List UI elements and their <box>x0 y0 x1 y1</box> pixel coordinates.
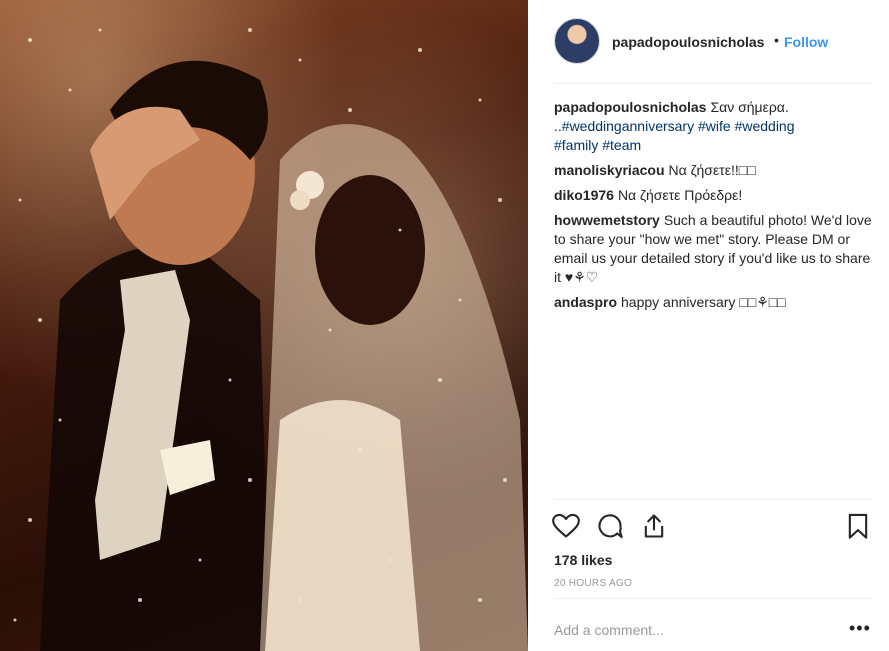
photo-illustration <box>13 28 528 651</box>
likes-count[interactable]: 178 likes <box>554 552 612 568</box>
post-panel: papadopoulosnicholas • Follow papadopoul… <box>528 0 889 651</box>
heart-icon[interactable] <box>552 512 580 545</box>
more-options-button[interactable]: ••• <box>849 618 871 639</box>
comment-icon[interactable] <box>596 512 624 545</box>
comment-username[interactable]: manoliskyriacou <box>554 162 665 178</box>
hashtag-team[interactable]: #team <box>602 137 641 153</box>
post-header: papadopoulosnicholas • Follow <box>528 0 889 83</box>
list-item: diko1976 Να ζήσετε Πρόεδρε! <box>554 186 872 205</box>
header-username[interactable]: papadopoulosnicholas <box>612 34 764 50</box>
comment-username[interactable]: howwemetstory <box>554 212 660 228</box>
list-item: howwemetstory Such a beautiful photo! We'… <box>554 211 872 287</box>
caption-text: Σαν σήμερα. <box>710 99 789 115</box>
share-icon[interactable] <box>640 512 668 545</box>
bookmark-icon[interactable] <box>844 512 872 545</box>
comment-username[interactable]: diko1976 <box>554 187 614 203</box>
post-timestamp[interactable]: 20 HOURS AGO <box>554 578 632 589</box>
list-item: manoliskyriacou Να ζήσετε!!□□ <box>554 161 872 180</box>
follow-button[interactable]: Follow <box>784 34 828 50</box>
comments-list: papadopoulosnicholas Σαν σήμερα. ..#weddi… <box>554 98 872 318</box>
hashtag-wedding[interactable]: #wedding <box>735 118 795 134</box>
post-photo[interactable] <box>0 0 528 651</box>
caption-prefix: .. <box>554 118 562 134</box>
list-item: andaspro happy anniversary □□⚘□□ <box>554 293 872 312</box>
comment-text: Να ζήσετε Πρόεδρε! <box>617 187 743 203</box>
avatar[interactable] <box>554 18 600 64</box>
caption: papadopoulosnicholas Σαν σήμερα. ..#weddi… <box>554 98 872 155</box>
header-divider <box>554 83 872 84</box>
add-comment-input[interactable] <box>554 620 824 640</box>
caption-username[interactable]: papadopoulosnicholas <box>554 99 706 115</box>
comment-text: happy anniversary □□⚘□□ <box>621 294 786 310</box>
comment-divider <box>554 598 872 599</box>
actions-divider <box>554 499 872 500</box>
hashtag-wife[interactable]: #wife <box>698 118 731 134</box>
comment-text: Να ζήσετε!!□□ <box>668 162 756 178</box>
separator-dot: • <box>774 32 779 48</box>
comment-username[interactable]: andaspro <box>554 294 617 310</box>
hashtag-weddinganniversary[interactable]: #weddinganniversary <box>562 118 694 134</box>
hashtag-family[interactable]: #family <box>554 137 598 153</box>
